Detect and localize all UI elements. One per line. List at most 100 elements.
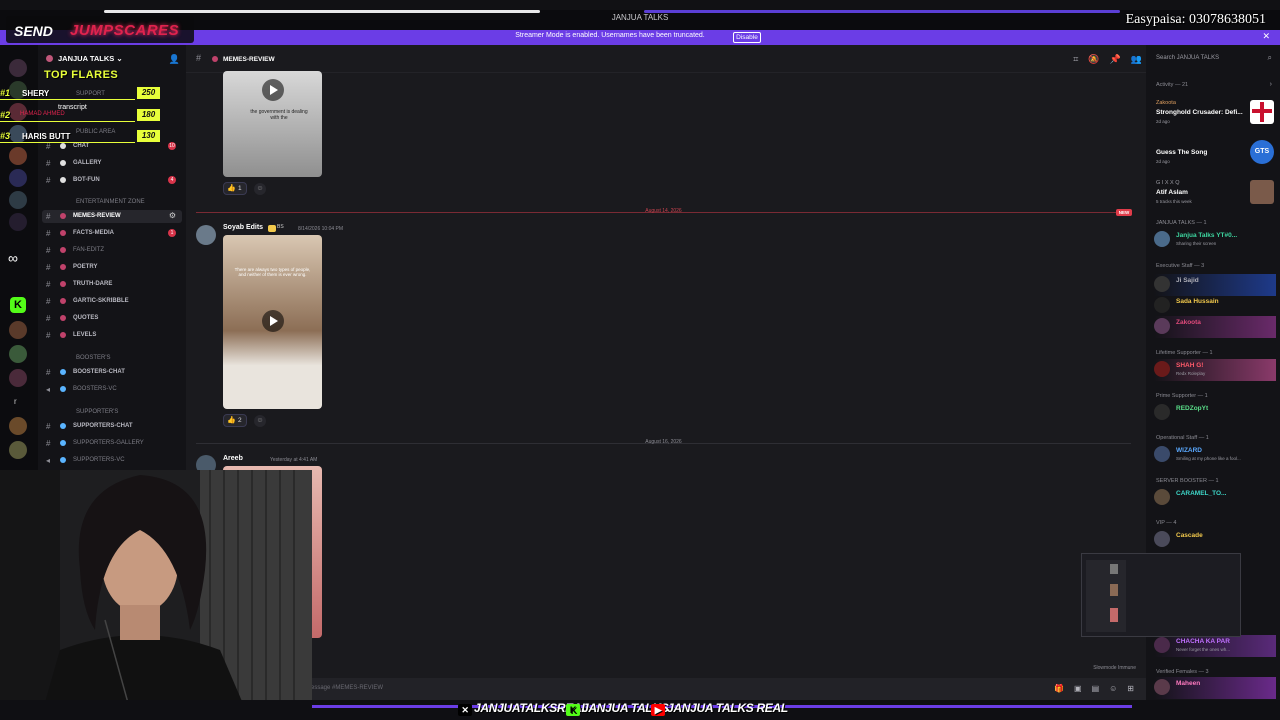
channel-truth-dare[interactable]: # TRUTH-DARE bbox=[42, 278, 182, 291]
date-divider: August 16, 2026 bbox=[196, 439, 1131, 445]
message-input[interactable]: Message #MEMES-REVIEW 🎁 ▣ ▤ ☺ ⊞ bbox=[186, 678, 1146, 700]
server-icon[interactable] bbox=[9, 169, 27, 187]
channel-quotes[interactable]: # QUOTES bbox=[42, 312, 182, 325]
channel-supporters-gallery[interactable]: # SUPPORTERS-GALLERY bbox=[42, 437, 182, 450]
member-item[interactable]: Ji Sajid bbox=[1154, 274, 1276, 296]
member-status: Never forget the ones wh... bbox=[1176, 647, 1231, 652]
avatar bbox=[1154, 361, 1170, 377]
server-icon[interactable] bbox=[9, 369, 27, 387]
hash-icon: # bbox=[46, 280, 51, 289]
gif-icon[interactable]: ▣ bbox=[1074, 684, 1082, 693]
search-input[interactable]: Search JANJUA TALKS ⌕ bbox=[1152, 53, 1274, 65]
channel-poetry[interactable]: # POETRY bbox=[42, 261, 182, 274]
server-icon[interactable] bbox=[9, 441, 27, 459]
chevron-right-icon[interactable]: › bbox=[1270, 81, 1272, 88]
add-reaction-icon[interactable]: ☺ bbox=[254, 415, 266, 427]
activity-card[interactable]: G I X X Q Atif Aslam 5 tracks this week bbox=[1152, 178, 1276, 208]
hash-icon: # bbox=[46, 159, 51, 168]
pin-icon[interactable]: 📌 bbox=[1110, 54, 1121, 65]
thumbs-up-icon: 👍 bbox=[227, 417, 236, 424]
category-supporters[interactable]: SUPPORTER'S bbox=[76, 409, 118, 415]
member-item[interactable]: SHAH G! Redx Roleplay bbox=[1154, 359, 1276, 381]
category-entertainment-zone[interactable]: ENTERTAINMENT ZONE bbox=[76, 199, 145, 205]
hash-icon: # bbox=[46, 368, 51, 377]
member-name: Sada Hussain bbox=[1176, 298, 1219, 305]
channel-bot-fun[interactable]: # BOT-FUN 4 bbox=[42, 174, 182, 187]
server-icon[interactable] bbox=[9, 345, 27, 363]
disable-streamer-mode-button[interactable]: Disable bbox=[733, 32, 761, 43]
server-icon[interactable] bbox=[9, 147, 27, 165]
member-item[interactable]: Janjua Talks YT#0... Sharing their scree… bbox=[1154, 229, 1276, 251]
server-icon[interactable] bbox=[9, 59, 27, 77]
member-group-label: Lifetime Supporter — 1 bbox=[1156, 350, 1213, 356]
screen-share-preview[interactable] bbox=[1081, 553, 1241, 637]
channel-supporters-chat[interactable]: # SUPPORTERS-CHAT bbox=[42, 420, 182, 433]
server-icon[interactable] bbox=[9, 213, 27, 231]
member-item[interactable]: Maheen bbox=[1154, 677, 1276, 699]
reaction-count: 2 bbox=[238, 417, 242, 424]
member-name: Maheen bbox=[1176, 680, 1201, 687]
preview-thumb bbox=[1110, 584, 1118, 596]
member-name: Cascade bbox=[1176, 532, 1203, 539]
game-art bbox=[1250, 100, 1274, 124]
channel-memes-review[interactable]: # MEMES-REVIEW ⚙ bbox=[42, 210, 182, 223]
channel-label: BOOSTERS-CHAT bbox=[73, 369, 125, 375]
channel-label: BOT-FUN bbox=[73, 177, 100, 183]
close-icon[interactable]: ✕ bbox=[1262, 31, 1270, 42]
member-item[interactable]: REDZopYt bbox=[1154, 402, 1276, 424]
channel-icon bbox=[60, 315, 66, 321]
reaction-thumbs-up[interactable]: 👍 1 bbox=[223, 182, 247, 195]
gift-icon[interactable]: 🎁 bbox=[1054, 684, 1064, 693]
channel-gallery[interactable]: # GALLERY bbox=[42, 157, 182, 170]
channel-boosters-chat[interactable]: # BOOSTERS-CHAT bbox=[42, 366, 182, 379]
channel-levels[interactable]: # LEVELS bbox=[42, 329, 182, 342]
sticker-icon[interactable]: ▤ bbox=[1092, 684, 1100, 693]
channel-icon bbox=[60, 332, 66, 338]
add-reaction-icon[interactable]: ☺ bbox=[254, 183, 266, 195]
emoji-icon[interactable]: ☺ bbox=[1109, 684, 1117, 693]
server-icon[interactable] bbox=[9, 191, 27, 209]
bell-muted-icon[interactable]: 🔕 bbox=[1088, 54, 1099, 65]
kick-server-icon[interactable]: K bbox=[10, 297, 26, 313]
channel-facts-media[interactable]: # FACTS-MEDIA 1 bbox=[42, 227, 182, 240]
avatar[interactable] bbox=[196, 225, 216, 245]
member-item[interactable]: Zakoota bbox=[1154, 316, 1276, 338]
activity-card[interactable]: Zakoota Stronghold Crusader: Defi... 2d … bbox=[1152, 98, 1276, 128]
category-boosters[interactable]: BOOSTER'S bbox=[76, 355, 111, 361]
speaker-icon: ◂ bbox=[46, 385, 51, 394]
activity-card[interactable]: Guess The Song 2d ago GTS bbox=[1152, 138, 1276, 168]
activity-user: G I X X Q bbox=[1156, 180, 1180, 186]
server-icon[interactable] bbox=[9, 417, 27, 435]
server-name[interactable]: JANJUA TALKS ⌄ bbox=[58, 54, 123, 63]
message-author[interactable]: Soyab Edits bbox=[223, 224, 263, 231]
member-group-label: VIP — 4 bbox=[1156, 520, 1177, 526]
preview-sidebar bbox=[1086, 560, 1126, 632]
infinity-server-icon[interactable]: ∞ bbox=[8, 250, 18, 266]
member-item[interactable]: Sada Hussain bbox=[1154, 295, 1276, 317]
channel-fan-editz[interactable]: # FAN-EDITZ bbox=[42, 244, 182, 257]
threads-icon[interactable]: ⌗ bbox=[1073, 54, 1078, 65]
message-author[interactable]: Areeb bbox=[223, 455, 243, 462]
play-icon[interactable] bbox=[262, 310, 284, 332]
member-item[interactable]: Cascade bbox=[1154, 529, 1276, 551]
member-item[interactable]: CHACHA KA PAR Never forget the ones wh..… bbox=[1154, 635, 1276, 657]
apps-icon[interactable]: ⊞ bbox=[1127, 684, 1134, 693]
member-item[interactable]: WIZARD Smiling at my phone like a fool..… bbox=[1154, 444, 1276, 466]
add-member-icon[interactable]: 👤 bbox=[169, 54, 180, 65]
avatar bbox=[1154, 318, 1170, 334]
reaction-thumbs-up[interactable]: 👍 2 bbox=[223, 414, 247, 427]
search-icon: ⌕ bbox=[1267, 53, 1272, 62]
play-icon[interactable] bbox=[262, 79, 284, 101]
donation-number: Easypaisa: 03078638051 bbox=[1125, 12, 1266, 27]
members-icon[interactable]: 👥 bbox=[1131, 54, 1142, 65]
video-attachment[interactable]: There are always two types of people, an… bbox=[223, 235, 322, 409]
member-item[interactable]: CARAMEL_TO... bbox=[1154, 487, 1276, 509]
channel-gartic-skribble[interactable]: # GARTIC-SKRIBBLE bbox=[42, 295, 182, 308]
channel-settings-icon[interactable]: ⚙ bbox=[169, 211, 176, 220]
cross-icon bbox=[1252, 109, 1272, 113]
server-letter-icon[interactable]: r bbox=[14, 397, 17, 406]
channel-supporters-vc[interactable]: ◂ SUPPORTERS-VC bbox=[42, 454, 182, 467]
server-icon[interactable] bbox=[9, 321, 27, 339]
channel-boosters-vc[interactable]: ◂ BOOSTERS-VC bbox=[42, 383, 182, 396]
video-attachment[interactable]: the government is dealing with the bbox=[223, 71, 322, 177]
